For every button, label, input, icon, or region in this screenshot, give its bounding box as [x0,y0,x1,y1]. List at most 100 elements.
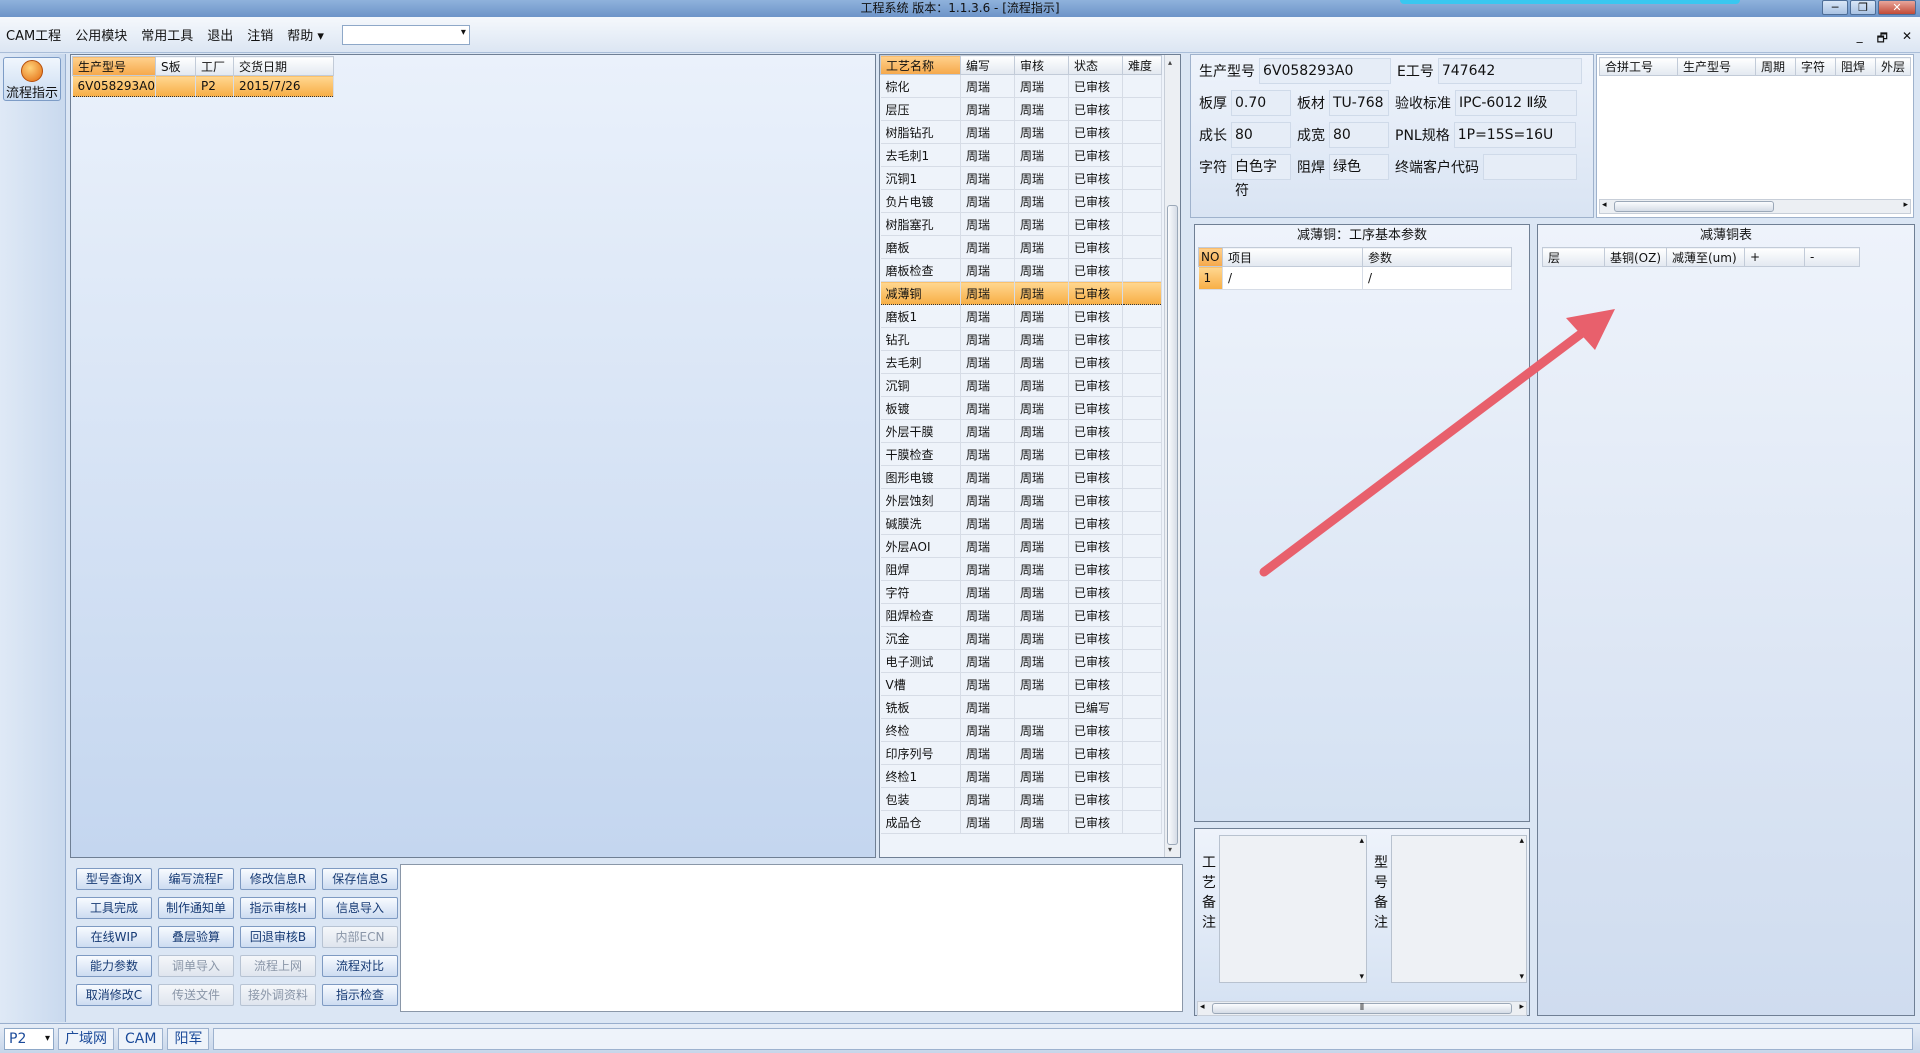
scroll-left-icon[interactable]: ◂ [1602,200,1607,210]
table-row[interactable]: 电子测试 周瑞 周瑞 已审核 [880,649,1162,673]
action-button-10[interactable]: 回退审核B [240,926,316,948]
process-col-difficulty[interactable]: 难度 [1122,55,1162,75]
width-field[interactable]: 80 [1329,122,1389,148]
table-row[interactable]: 树脂钻孔 周瑞 周瑞 已审核 [880,120,1162,144]
scroll-right-icon[interactable]: ▸ [1903,200,1908,210]
action-button-6[interactable]: 指示审核H [240,897,316,919]
process-col-reviewer[interactable]: 审核 [1014,55,1069,75]
copper-col-base[interactable]: 基铜(OZ) [1604,247,1667,267]
action-button-8[interactable]: 在线WIP [76,926,152,948]
eng-no-field[interactable]: 747642 [1437,58,1582,84]
process-col-name[interactable]: 工艺名称 [880,55,961,75]
table-row[interactable]: 磨板检查 周瑞 周瑞 已审核 [880,258,1162,282]
params-col-value[interactable]: 参数 [1362,247,1512,267]
table-row[interactable]: 包装 周瑞 周瑞 已审核 [880,787,1162,811]
table-row[interactable]: 树脂塞孔 周瑞 周瑞 已审核 [880,212,1162,236]
table-row[interactable]: 干膜检查 周瑞 周瑞 已审核 [880,442,1162,466]
params-cell-value[interactable]: / [1362,266,1512,290]
action-button-2[interactable]: 修改信息R [240,868,316,890]
table-row[interactable]: 磨板1 周瑞 周瑞 已审核 [880,304,1162,328]
merge-col-model[interactable]: 生产型号 [1677,57,1756,76]
action-button-17[interactable]: 传送文件 [158,984,234,1006]
model-field[interactable]: 6V058293A0 [1259,58,1391,84]
scroll-thumb[interactable] [1614,201,1774,212]
params-col-no[interactable]: NO [1198,247,1223,267]
mdi-restore-button[interactable]: 🗗 [1877,29,1888,50]
action-button-9[interactable]: 叠层验算 [158,926,234,948]
scroll-left-icon[interactable]: ◂ [1200,1002,1205,1012]
process-col-status[interactable]: 状态 [1068,55,1123,75]
process-vertical-scrollbar[interactable]: ▴ ▾ [1164,55,1180,857]
table-row[interactable]: 终检 周瑞 周瑞 已审核 [880,718,1162,742]
action-button-4[interactable]: 工具完成 [76,897,152,919]
table-row[interactable]: 棕化 周瑞 周瑞 已审核 [880,74,1162,98]
process-note-textarea[interactable]: ▴ ▾ [1219,835,1367,983]
table-row[interactable]: 6V058293A0 P2 2015/7/26 [72,75,334,97]
length-field[interactable]: 80 [1231,122,1291,148]
table-row[interactable]: 铣板 周瑞 已编写 [880,695,1162,719]
table-row[interactable]: 成品仓 周瑞 周瑞 已审核 [880,810,1162,834]
copper-col-target[interactable]: 减薄至(um) [1666,247,1745,267]
legend-field[interactable]: 白色字符 [1231,154,1291,199]
menu-common-modules[interactable]: 公用模块 [75,25,127,44]
factory-select[interactable]: P2 [4,1027,54,1050]
table-row[interactable]: 层压 周瑞 周瑞 已审核 [880,97,1162,121]
table-row[interactable]: 减薄铜 周瑞 周瑞 已审核 [880,281,1162,305]
action-button-3[interactable]: 保存信息S [322,868,398,890]
scroll-thumb[interactable] [1167,205,1178,845]
order-col-delivery-date[interactable]: 交货日期 [233,56,334,76]
action-button-11[interactable]: 内部ECN [322,926,398,948]
params-col-item[interactable]: 项目 [1222,247,1363,267]
menu-exit[interactable]: 退出 [207,25,233,44]
scroll-right-icon[interactable]: ▸ [1519,1002,1524,1012]
scroll-up-icon[interactable]: ▴ [1168,58,1172,67]
message-output-box[interactable] [400,864,1183,1012]
table-row[interactable]: 碱膜洗 周瑞 周瑞 已审核 [880,511,1162,535]
table-row[interactable]: 终检1 周瑞 周瑞 已审核 [880,764,1162,788]
table-row[interactable]: 外层AOI 周瑞 周瑞 已审核 [880,534,1162,558]
table-row[interactable]: 外层蚀刻 周瑞 周瑞 已审核 [880,488,1162,512]
order-col-factory[interactable]: 工厂 [195,56,234,76]
action-button-16[interactable]: 取消修改C [76,984,152,1006]
table-row[interactable]: 外层干膜 周瑞 周瑞 已审核 [880,419,1162,443]
table-row[interactable]: 去毛刺 周瑞 周瑞 已审核 [880,350,1162,374]
mask-field[interactable]: 绿色 [1329,154,1389,180]
scroll-thumb[interactable]: ⦀ [1212,1003,1512,1014]
action-button-12[interactable]: 能力参数 [76,955,152,977]
table-row[interactable]: 负片电镀 周瑞 周瑞 已审核 [880,189,1162,213]
merge-horizontal-scrollbar[interactable]: ◂ ▸ [1599,199,1911,214]
thickness-field[interactable]: 0.70 [1231,90,1291,116]
menu-common-tools[interactable]: 常用工具 [141,25,193,44]
material-field[interactable]: TU-768 [1329,90,1389,116]
process-col-writer[interactable]: 编写 [960,55,1015,75]
copper-col-minus[interactable]: - [1804,247,1860,267]
minimize-button[interactable]: ─ [1822,0,1848,15]
copper-col-layer[interactable]: 层 [1542,247,1605,267]
scroll-up-icon[interactable]: ▴ [1359,836,1364,846]
merge-col-cycle[interactable]: 周期 [1755,57,1796,76]
action-button-15[interactable]: 流程对比 [322,955,398,977]
table-row[interactable]: 阻焊 周瑞 周瑞 已审核 [880,557,1162,581]
mdi-close-button[interactable]: ✕ [1902,29,1912,50]
params-cell-item[interactable]: / [1222,266,1363,290]
table-row[interactable]: 板镀 周瑞 周瑞 已审核 [880,396,1162,420]
model-note-textarea[interactable]: ▴ ▾ [1391,835,1527,983]
close-button[interactable]: ✕ [1878,0,1916,15]
merge-col-legend[interactable]: 字符 [1795,57,1836,76]
scroll-down-icon[interactable]: ▾ [1359,972,1364,982]
table-row[interactable]: V槽 周瑞 周瑞 已审核 [880,672,1162,696]
table-row[interactable]: 磨板 周瑞 周瑞 已审核 [880,235,1162,259]
action-button-5[interactable]: 制作通知单 [158,897,234,919]
notes-horizontal-scrollbar[interactable]: ◂ ⦀ ▸ [1197,1001,1527,1016]
action-button-14[interactable]: 流程上网 [240,955,316,977]
order-col-sboard[interactable]: S板 [155,56,196,76]
restore-button[interactable]: ❐ [1850,0,1876,15]
scroll-down-icon[interactable]: ▾ [1168,845,1172,854]
action-button-13[interactable]: 调单导入 [158,955,234,977]
acceptance-field[interactable]: IPC-6012 Ⅱ级 [1455,90,1577,116]
table-row[interactable]: 沉铜 周瑞 周瑞 已审核 [880,373,1162,397]
table-row[interactable]: 去毛刺1 周瑞 周瑞 已审核 [880,143,1162,167]
pnl-field[interactable]: 1P=15S=16U [1453,122,1576,148]
merge-col-job-no[interactable]: 合拼工号 [1599,57,1678,76]
mdi-minimize-button[interactable]: _ [1857,29,1863,50]
